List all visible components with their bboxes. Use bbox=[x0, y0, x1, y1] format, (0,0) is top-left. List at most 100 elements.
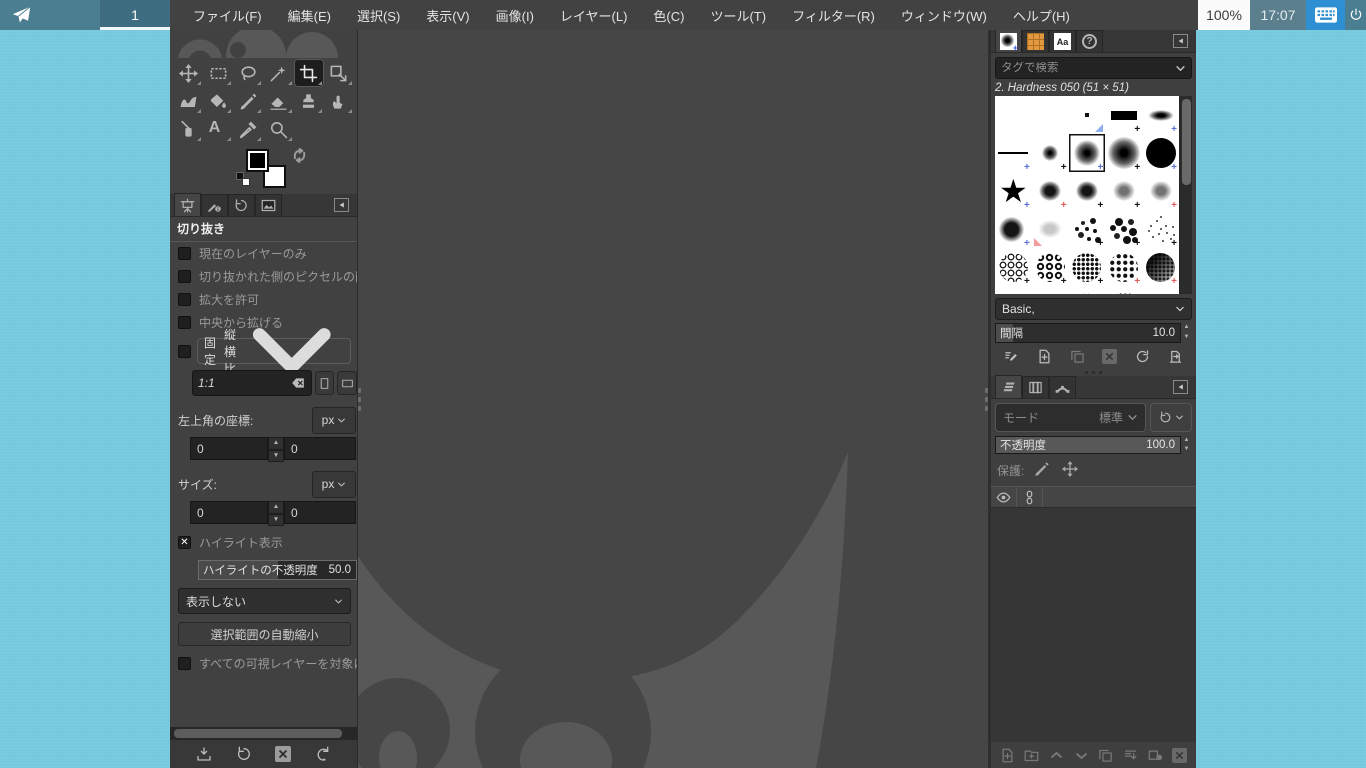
tool-eraser[interactable] bbox=[263, 87, 293, 115]
refresh-brushes-button[interactable] bbox=[1132, 345, 1154, 367]
highlight-opacity-slider[interactable]: ハイライトの不透明度 50.0 bbox=[198, 560, 357, 580]
menu-item-10[interactable]: ウィンドウ(W) bbox=[888, 6, 1000, 25]
new-layer-button[interactable] bbox=[996, 744, 1018, 766]
tool-warp-transform[interactable] bbox=[173, 87, 203, 115]
new-brush-button[interactable] bbox=[1033, 345, 1055, 367]
fixed-aspect-group[interactable]: 固定 縦横比 bbox=[197, 338, 351, 364]
brush-cell-4[interactable]: + bbox=[1105, 96, 1142, 134]
delete-preset-button[interactable] bbox=[272, 743, 294, 765]
brush-cell-19[interactable]: + bbox=[1105, 210, 1142, 248]
mode-switch-button[interactable] bbox=[1150, 403, 1192, 432]
tool-rectangle-select[interactable] bbox=[203, 59, 233, 87]
size-spinner[interactable]: ▲▼ bbox=[268, 501, 284, 524]
brush-spacing-slider[interactable]: 間隔 10.0 bbox=[995, 323, 1181, 343]
tab-undo-history[interactable] bbox=[228, 194, 255, 216]
open-brush-as-image-button[interactable] bbox=[1165, 345, 1187, 367]
lock-position-button[interactable] bbox=[1062, 461, 1078, 480]
brush-cell-27[interactable] bbox=[1032, 286, 1069, 294]
brushes-dock-menu-button[interactable] bbox=[1173, 34, 1188, 48]
add-layer-mask-button[interactable] bbox=[1144, 744, 1166, 766]
tool-color-picker[interactable] bbox=[233, 115, 263, 143]
tool-options-scrollbar[interactable] bbox=[170, 727, 357, 740]
tool-paintbrush[interactable] bbox=[233, 87, 263, 115]
foreground-color-swatch[interactable] bbox=[246, 149, 269, 172]
tool-bucket-fill[interactable] bbox=[203, 87, 233, 115]
menu-item-8[interactable]: ツール(T) bbox=[697, 6, 779, 25]
brush-cell-7[interactable]: + bbox=[1032, 134, 1069, 172]
reset-options-button[interactable] bbox=[312, 743, 334, 765]
menu-item-11[interactable]: ヘルプ(H) bbox=[1000, 6, 1083, 25]
crop-option-checkbox-3[interactable] bbox=[178, 293, 191, 306]
clear-input-icon[interactable] bbox=[290, 376, 306, 390]
guides-dropdown[interactable]: 表示しない bbox=[178, 588, 351, 614]
brush-cell-9[interactable]: + bbox=[1105, 134, 1142, 172]
brush-cell-14[interactable]: + bbox=[1105, 172, 1142, 210]
position-x-input[interactable]: 0 bbox=[190, 437, 268, 460]
restore-preset-button[interactable] bbox=[233, 743, 255, 765]
delete-brush-button[interactable] bbox=[1099, 345, 1121, 367]
layer-list-empty[interactable] bbox=[991, 508, 1196, 742]
brush-cell-26[interactable] bbox=[995, 286, 1032, 294]
tab-document-history[interactable]: ? bbox=[1076, 30, 1103, 52]
lower-layer-button[interactable] bbox=[1070, 744, 1092, 766]
swap-colors-icon[interactable] bbox=[292, 148, 307, 163]
size-x-input[interactable]: 0 bbox=[190, 501, 268, 524]
brush-cell-12[interactable]: + bbox=[1032, 172, 1069, 210]
shrink-merged-checkbox[interactable] bbox=[178, 657, 191, 670]
menu-item-1[interactable]: ファイル(F) bbox=[180, 6, 275, 25]
size-y-input[interactable]: 0 bbox=[284, 501, 356, 524]
layer-mode-dropdown[interactable]: モード 標準 bbox=[995, 403, 1146, 432]
tab-paths[interactable] bbox=[1049, 376, 1076, 398]
keyboard-layout-button[interactable] bbox=[1306, 0, 1345, 30]
raise-layer-button[interactable] bbox=[1046, 744, 1068, 766]
chain-icon[interactable] bbox=[1022, 490, 1037, 505]
tab-images[interactable] bbox=[255, 194, 282, 216]
brush-cell-6[interactable]: + bbox=[995, 134, 1032, 172]
brush-cell-15[interactable]: + bbox=[1142, 172, 1179, 210]
spacing-spinner[interactable]: ▲▼ bbox=[1181, 323, 1192, 343]
highlight-checkbox[interactable] bbox=[178, 536, 191, 549]
brush-cell-29[interactable] bbox=[1105, 286, 1142, 294]
brush-cell-10[interactable]: + bbox=[1142, 134, 1179, 172]
duplicate-brush-button[interactable] bbox=[1066, 345, 1088, 367]
brush-cell-8-selected[interactable]: + bbox=[1069, 134, 1106, 172]
size-unit-dropdown[interactable]: px bbox=[312, 471, 356, 498]
scrollbar-thumb[interactable] bbox=[1182, 99, 1191, 185]
brush-cell-16[interactable]: + bbox=[995, 210, 1032, 248]
brush-group-dropdown[interactable]: Basic, bbox=[995, 298, 1192, 320]
panel-resize-grip[interactable] bbox=[358, 388, 361, 411]
position-y-input[interactable]: 0 bbox=[284, 437, 356, 460]
crop-option-checkbox-2[interactable] bbox=[178, 270, 191, 283]
tab-layers[interactable] bbox=[995, 375, 1022, 398]
fixed-checkbox[interactable] bbox=[178, 345, 191, 358]
lock-pixels-button[interactable] bbox=[1034, 461, 1050, 480]
tool-move[interactable] bbox=[173, 59, 203, 87]
panel-resize-grip[interactable] bbox=[985, 388, 988, 411]
tab-device-status[interactable] bbox=[201, 194, 228, 216]
brush-cell-21[interactable]: + bbox=[995, 248, 1032, 286]
save-preset-button[interactable] bbox=[193, 743, 215, 765]
brush-cell-1[interactable] bbox=[995, 96, 1032, 134]
canvas[interactable] bbox=[358, 30, 988, 768]
power-button[interactable] bbox=[1345, 0, 1366, 30]
eye-icon[interactable] bbox=[996, 490, 1011, 505]
aspect-ratio-input[interactable]: 1:1 bbox=[192, 370, 312, 396]
tab-channels[interactable] bbox=[1022, 376, 1049, 398]
tab-patterns[interactable] bbox=[1022, 30, 1049, 52]
brush-cell-30[interactable]: ♘ bbox=[1142, 286, 1179, 294]
brush-cell-20[interactable]: + bbox=[1142, 210, 1179, 248]
brush-search-input[interactable] bbox=[1001, 62, 1175, 74]
position-unit-dropdown[interactable]: px bbox=[312, 407, 356, 434]
brush-cell-28[interactable] bbox=[1069, 286, 1106, 294]
duplicate-layer-button[interactable] bbox=[1095, 744, 1117, 766]
brush-search[interactable] bbox=[995, 57, 1192, 79]
brush-cell-25[interactable]: + bbox=[1142, 248, 1179, 286]
brush-cell-5[interactable]: + bbox=[1142, 96, 1179, 134]
new-layer-group-button[interactable] bbox=[1021, 744, 1043, 766]
menu-item-7[interactable]: 色(C) bbox=[640, 6, 697, 25]
tool-free-select[interactable] bbox=[233, 59, 263, 87]
auto-shrink-button[interactable]: 選択範囲の自動縮小 bbox=[178, 622, 351, 646]
crop-option-checkbox-4[interactable] bbox=[178, 316, 191, 329]
launcher-paper-plane-icon[interactable] bbox=[11, 5, 32, 26]
brush-cell-13[interactable]: + bbox=[1069, 172, 1106, 210]
